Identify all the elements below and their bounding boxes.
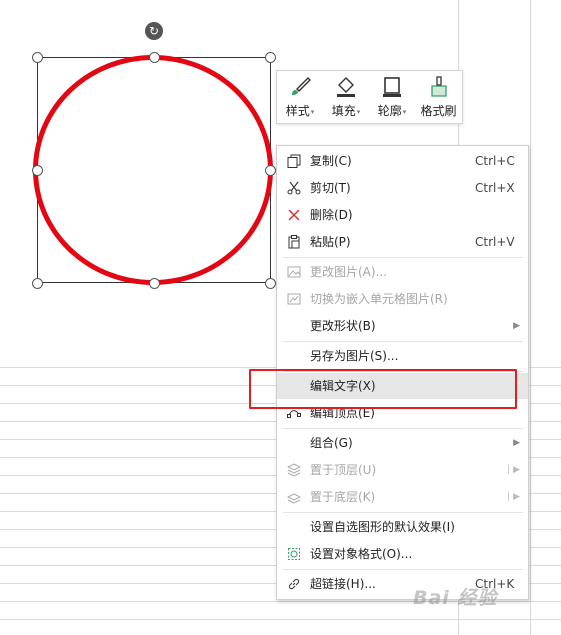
menu-item-label: 切换为嵌入单元格图片(R) xyxy=(310,292,448,306)
resize-handle[interactable] xyxy=(32,165,43,176)
shortcut-label: Ctrl+C xyxy=(475,154,515,168)
format-painter-icon xyxy=(426,75,452,99)
resize-handle[interactable] xyxy=(265,278,276,289)
shortcut-label: Ctrl+X xyxy=(475,181,515,195)
annotation-highlight-box xyxy=(249,369,517,409)
menu-separator xyxy=(283,341,523,342)
copy-icon xyxy=(286,153,302,169)
format-painter-button[interactable]: 格式刷 xyxy=(415,71,462,123)
menu-separator xyxy=(283,257,523,258)
menu-item-group[interactable]: 组合(G) ▶ xyxy=(277,430,528,456)
menu-item-label: 更改图片(A)... xyxy=(310,265,388,279)
resize-handle[interactable] xyxy=(149,52,160,63)
fill-bucket-icon xyxy=(333,75,359,99)
menu-item-embed-cell[interactable]: 切换为嵌入单元格图片(R) xyxy=(277,286,528,312)
menu-item-label: 设置自选图形的默认效果(I) xyxy=(310,520,455,534)
menu-item-format-object[interactable]: 设置对象格式(O)... xyxy=(277,541,528,567)
style-button[interactable]: 样式▾ xyxy=(277,71,323,123)
embed-cell-icon xyxy=(286,291,302,307)
delete-x-icon xyxy=(286,207,302,223)
rotate-handle-icon[interactable]: ↻ xyxy=(145,22,163,40)
resize-handle[interactable] xyxy=(265,52,276,63)
menu-item-change-picture[interactable]: 更改图片(A)... xyxy=(277,259,528,285)
menu-item-label: 删除(D) xyxy=(310,208,353,222)
format-painter-label: 格式刷 xyxy=(420,104,457,118)
scissors-icon xyxy=(286,180,302,196)
shortcut-label: Ctrl+V xyxy=(475,235,515,249)
fill-label: 填充 xyxy=(331,104,356,118)
resize-handle[interactable] xyxy=(149,278,160,289)
column-divider xyxy=(530,0,531,635)
menu-separator xyxy=(283,569,523,570)
outline-icon xyxy=(379,75,405,99)
format-object-icon xyxy=(286,546,302,562)
resize-handle[interactable] xyxy=(32,278,43,289)
menu-item-label: 剪切(T) xyxy=(310,181,351,195)
menu-item-label: 粘贴(P) xyxy=(310,235,351,249)
change-picture-icon xyxy=(286,264,302,280)
submenu-arrow-icon: | ▶ xyxy=(507,492,520,502)
watermark: Bai 经验 xyxy=(413,587,498,609)
menu-item-label: 更改形状(B) xyxy=(310,319,376,333)
menu-item-save-as-picture[interactable]: 另存为图片(S)... xyxy=(277,343,528,369)
menu-separator xyxy=(283,428,523,429)
menu-item-bring-front[interactable]: 置于顶层(U) | ▶ xyxy=(277,457,528,483)
style-label: 样式 xyxy=(285,104,310,118)
menu-item-label: 复制(C) xyxy=(310,154,352,168)
menu-item-copy[interactable]: 复制(C) Ctrl+C xyxy=(277,148,528,174)
menu-item-label: 另存为图片(S)... xyxy=(310,349,399,363)
submenu-arrow-icon: | ▶ xyxy=(507,465,520,475)
menu-item-paste[interactable]: 粘贴(P) Ctrl+V xyxy=(277,229,528,255)
menu-item-cut[interactable]: 剪切(T) Ctrl+X xyxy=(277,175,528,201)
submenu-arrow-icon: ▶ xyxy=(513,438,520,448)
menu-item-label: 超链接(H)... xyxy=(310,577,376,591)
resize-handle[interactable] xyxy=(265,165,276,176)
paste-icon xyxy=(286,234,302,250)
fill-button[interactable]: 填充▾ xyxy=(323,71,369,123)
menu-item-change-shape[interactable]: 更改形状(B) ▶ xyxy=(277,313,528,339)
circle-shape[interactable] xyxy=(33,55,273,285)
mini-toolbar: 样式▾ 填充▾ 轮廓▾ 格式刷 xyxy=(276,70,463,124)
menu-item-delete[interactable]: 删除(D) xyxy=(277,202,528,228)
send-back-icon xyxy=(286,489,302,505)
menu-item-label: 组合(G) xyxy=(310,436,353,450)
menu-item-label: 设置对象格式(O)... xyxy=(310,547,413,561)
link-icon xyxy=(286,576,302,592)
resize-handle[interactable] xyxy=(32,52,43,63)
brush-style-icon xyxy=(287,75,313,99)
outline-button[interactable]: 轮廓▾ xyxy=(369,71,415,123)
menu-item-label: 置于顶层(U) xyxy=(310,463,377,477)
menu-separator xyxy=(283,512,523,513)
menu-item-set-default[interactable]: 设置自选图形的默认效果(I) xyxy=(277,514,528,540)
bring-front-icon xyxy=(286,462,302,478)
menu-item-label: 置于底层(K) xyxy=(310,490,376,504)
menu-item-send-back[interactable]: 置于底层(K) | ▶ xyxy=(277,484,528,510)
submenu-arrow-icon: ▶ xyxy=(513,321,520,331)
outline-label: 轮廓 xyxy=(377,104,402,118)
